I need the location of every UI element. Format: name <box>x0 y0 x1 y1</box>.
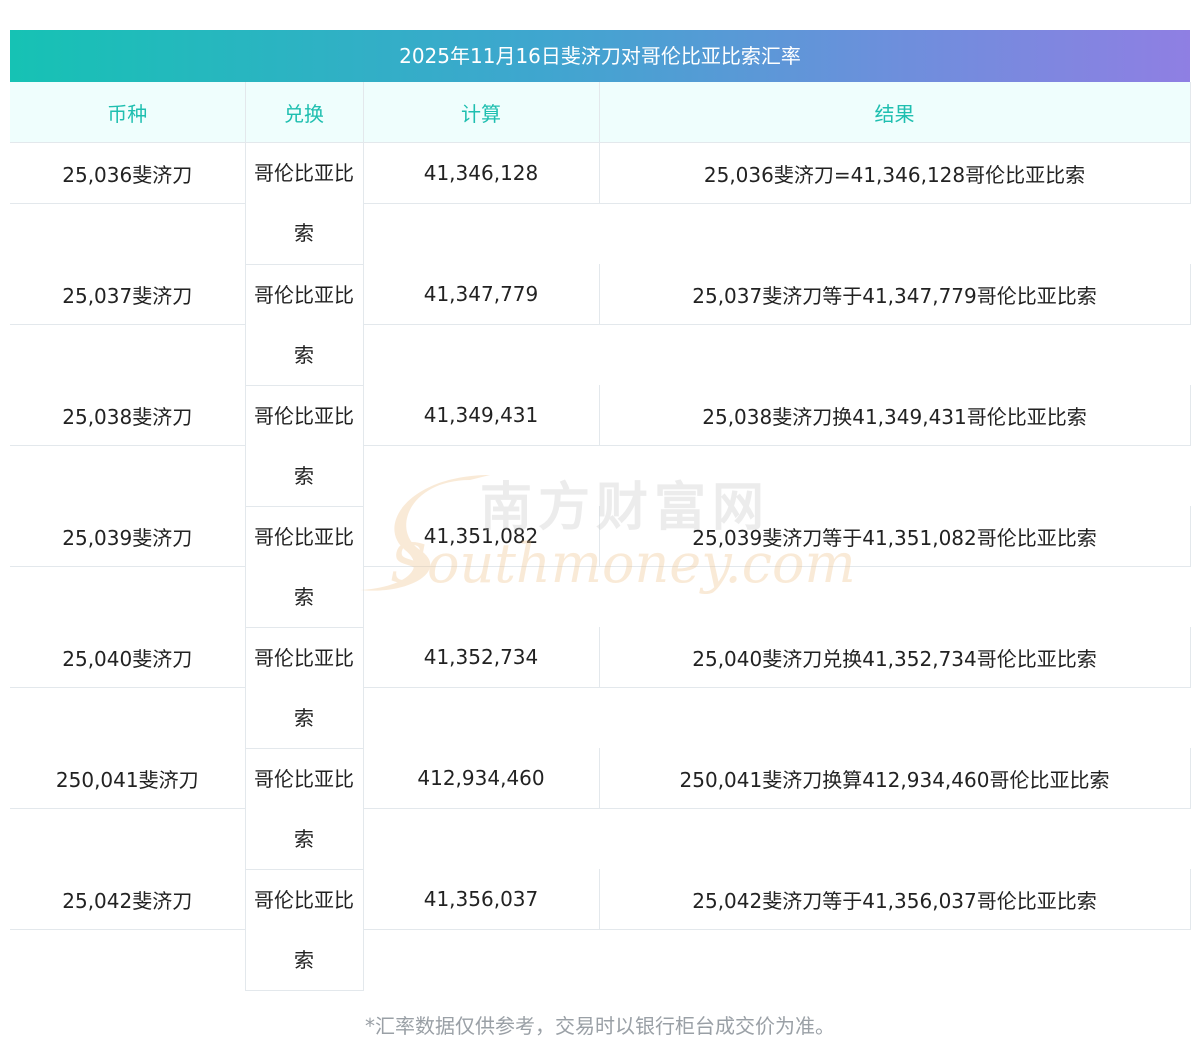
table-row: 25,036斐济刀 哥伦比亚比索 41,346,128 25,036斐济刀=41,34… <box>10 142 1191 265</box>
spacer-cell <box>10 567 245 628</box>
table-title: 2025年11月16日斐济刀对哥伦比亚比索汇率 <box>10 30 1190 82</box>
spacer-cell <box>363 446 599 507</box>
table-row: 25,039斐济刀 哥伦比亚比索 41,351,082 25,039斐济刀等于41,3… <box>10 506 1191 628</box>
cell-amount: 25,038斐济刀 <box>10 385 245 446</box>
cell-result: 25,042斐济刀等于41,356,037哥伦比亚比索 <box>598 869 1191 930</box>
cell-target-currency: 哥伦比亚比索 <box>244 142 364 265</box>
cell-target-currency: 哥伦比亚比索 <box>244 385 364 507</box>
spacer-cell <box>10 204 245 265</box>
cell-amount: 250,041斐济刀 <box>10 748 245 809</box>
cell-amount: 25,037斐济刀 <box>10 264 245 325</box>
cell-amount: 25,039斐济刀 <box>10 506 245 567</box>
row-spacer <box>10 446 1190 507</box>
cell-target-currency: 哥伦比亚比索 <box>244 627 364 749</box>
spacer-cell <box>599 567 1190 628</box>
spacer-cell <box>10 325 245 386</box>
table-row: 25,040斐济刀 哥伦比亚比索 41,352,734 25,040斐济刀兑换41,3… <box>10 627 1191 749</box>
spacer-cell <box>363 325 599 386</box>
disclaimer-footnote: *汇率数据仅供参考，交易时以银行柜台成交价为准。 <box>365 1014 835 1038</box>
spacer-cell <box>599 688 1190 749</box>
spacer-cell <box>599 446 1190 507</box>
cell-result: 250,041斐济刀换算412,934,460哥伦比亚比索 <box>598 748 1191 809</box>
table-header-row: 币种 兑换 计算 结果 <box>10 82 1191 143</box>
cell-calc: 41,347,779 <box>363 264 599 325</box>
rate-table: 币种 兑换 计算 结果 25,036斐济刀 哥伦比亚比索 41,346,128 25,… <box>10 82 1191 991</box>
table-body: 25,036斐济刀 哥伦比亚比索 41,346,128 25,036斐济刀=41,34… <box>10 142 1191 991</box>
cell-calc: 41,346,128 <box>363 142 599 204</box>
cell-calc: 41,351,082 <box>363 506 599 567</box>
cell-result: 25,037斐济刀等于41,347,779哥伦比亚比索 <box>598 264 1191 325</box>
rate-table-card: 2025年11月16日斐济刀对哥伦比亚比索汇率 币种 兑换 计算 结果 25,0… <box>10 30 1191 991</box>
spacer-cell <box>363 688 599 749</box>
row-spacer <box>10 325 1190 386</box>
cell-target-currency: 哥伦比亚比索 <box>244 869 364 991</box>
cell-result: 25,039斐济刀等于41,351,082哥伦比亚比索 <box>598 506 1191 567</box>
spacer-cell <box>10 446 245 507</box>
table-row: 250,041斐济刀 哥伦比亚比索 412,934,460 250,041斐济刀换算4… <box>10 748 1191 870</box>
header-currency: 币种 <box>10 82 245 143</box>
spacer-cell <box>10 688 245 749</box>
row-spacer <box>10 204 1190 265</box>
row-spacer <box>10 809 1190 870</box>
cell-calc: 41,349,431 <box>363 385 599 446</box>
cell-result: 25,038斐济刀换41,349,431哥伦比亚比索 <box>598 385 1191 446</box>
header-result: 结果 <box>598 82 1191 143</box>
table-row: 25,038斐济刀 哥伦比亚比索 41,349,431 25,038斐济刀换41,34… <box>10 385 1191 507</box>
spacer-cell <box>10 930 245 991</box>
header-calc: 计算 <box>362 82 599 143</box>
spacer-cell <box>10 809 245 870</box>
spacer-cell <box>599 204 1190 265</box>
cell-target-currency: 哥伦比亚比索 <box>244 264 364 386</box>
row-spacer <box>10 567 1190 628</box>
cell-target-currency: 哥伦比亚比索 <box>244 748 364 870</box>
cell-result: 25,040斐济刀兑换41,352,734哥伦比亚比索 <box>598 627 1191 688</box>
spacer-cell <box>363 204 599 265</box>
row-spacer <box>10 688 1190 749</box>
cell-calc: 41,352,734 <box>363 627 599 688</box>
spacer-cell <box>363 809 599 870</box>
spacer-cell <box>599 809 1190 870</box>
spacer-cell <box>599 325 1190 386</box>
cell-amount: 25,040斐济刀 <box>10 627 245 688</box>
cell-result: 25,036斐济刀=41,346,128哥伦比亚比索 <box>598 142 1191 204</box>
spacer-cell <box>599 930 1190 991</box>
table-row: 25,037斐济刀 哥伦比亚比索 41,347,779 25,037斐济刀等于41,3… <box>10 264 1191 386</box>
cell-amount: 25,042斐济刀 <box>10 869 245 930</box>
cell-calc: 41,356,037 <box>363 869 599 930</box>
header-exchange: 兑换 <box>244 82 363 143</box>
spacer-cell <box>363 930 599 991</box>
row-spacer <box>10 930 1190 991</box>
cell-calc: 412,934,460 <box>363 748 599 809</box>
spacer-cell <box>363 567 599 628</box>
cell-target-currency: 哥伦比亚比索 <box>244 506 364 628</box>
table-row: 25,042斐济刀 哥伦比亚比索 41,356,037 25,042斐济刀等于41,3… <box>10 869 1191 991</box>
cell-amount: 25,036斐济刀 <box>10 142 245 204</box>
